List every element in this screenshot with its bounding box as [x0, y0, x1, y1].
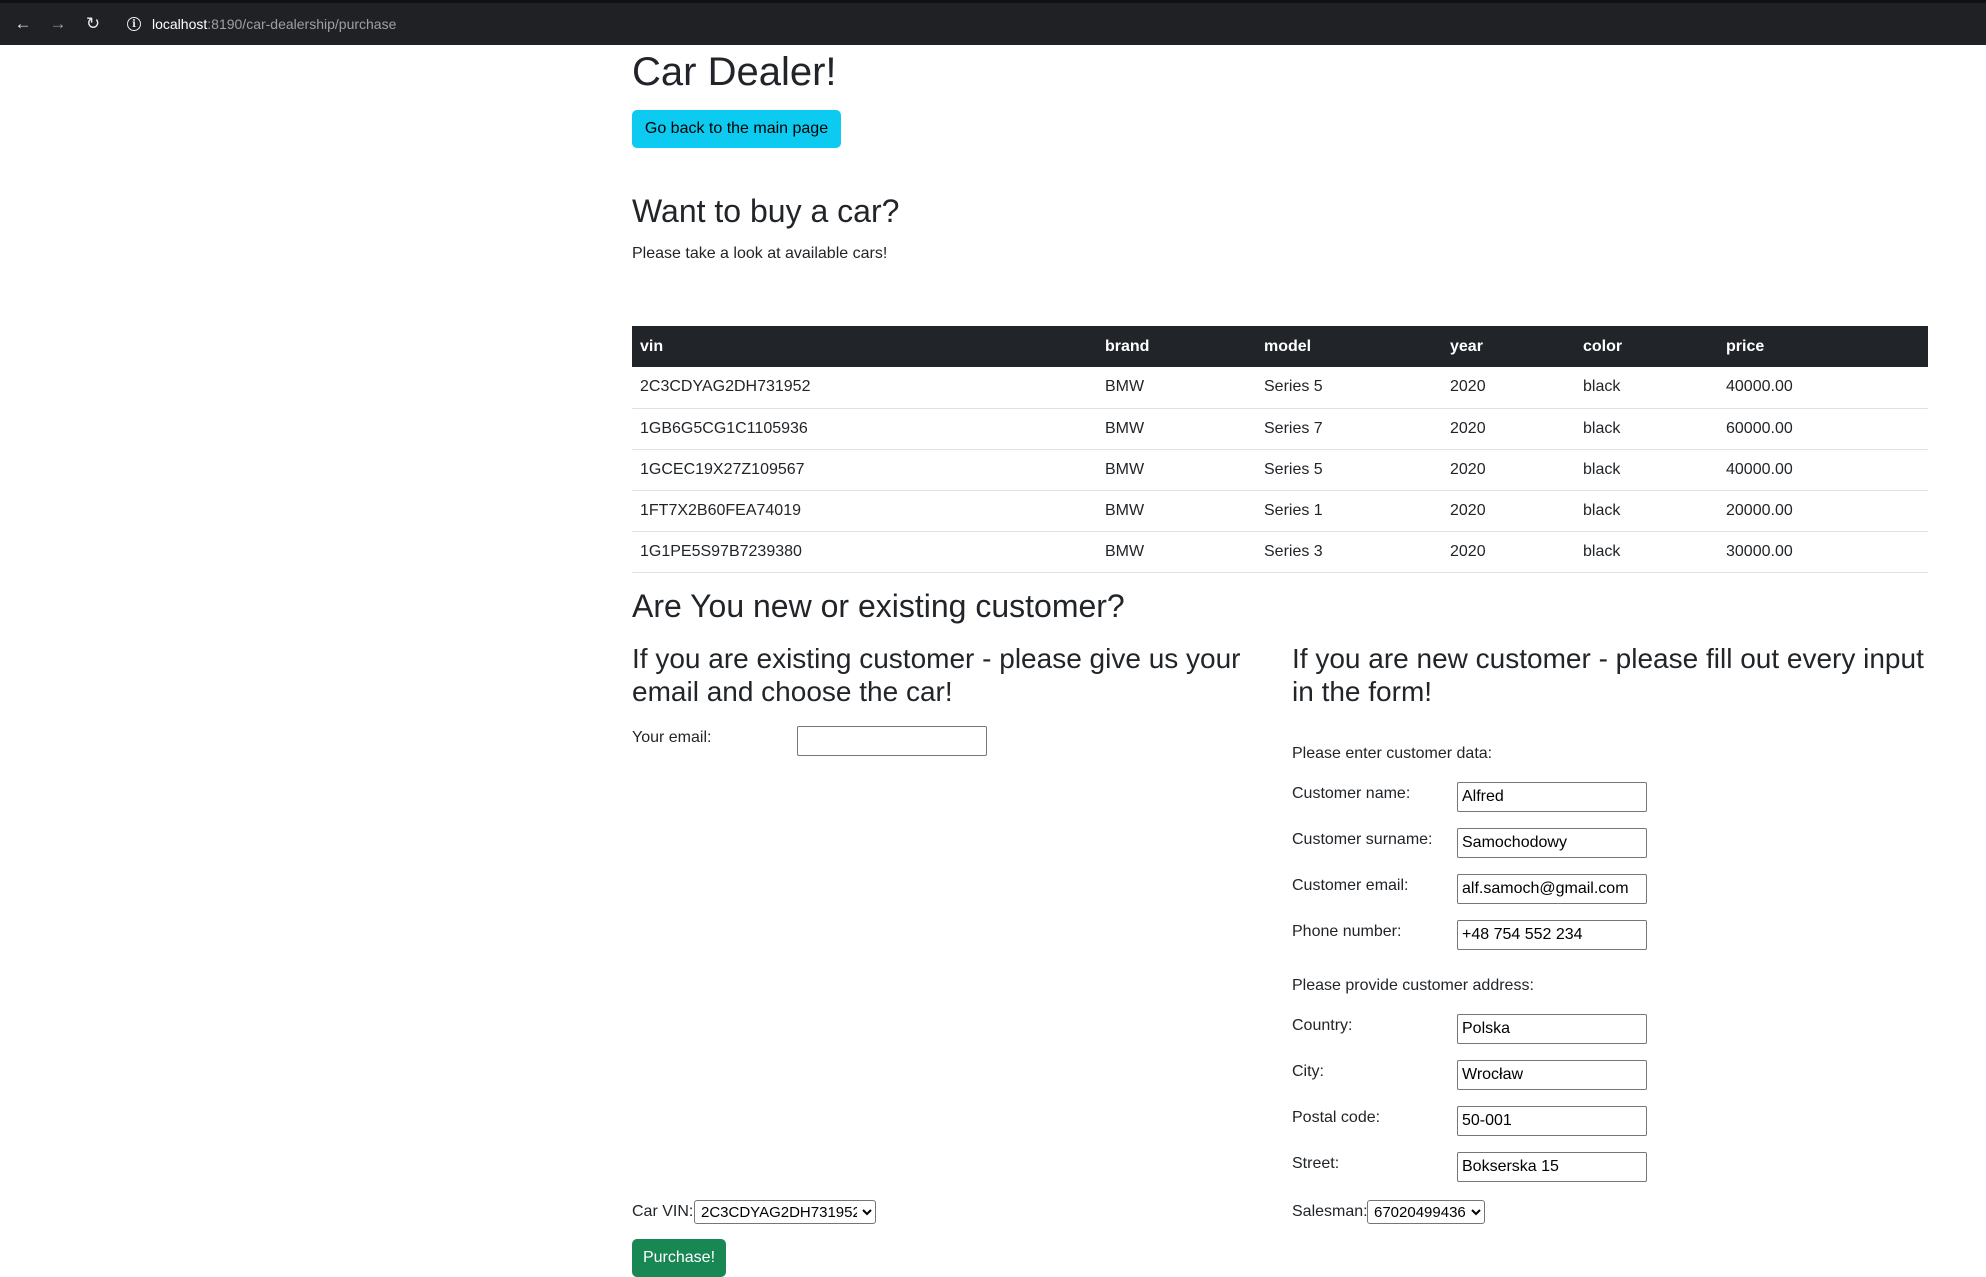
existing-email-input[interactable] — [797, 726, 987, 756]
customer-name-label: Customer name: — [1292, 785, 1411, 802]
url-host: localhost — [152, 16, 208, 32]
new-customer-heading: If you are new customer - please fill ou… — [1292, 643, 1924, 708]
cell-price: 40000.00 — [1718, 367, 1928, 409]
cell-model: Series 1 — [1256, 490, 1442, 532]
postal-code-input[interactable] — [1457, 1106, 1647, 1136]
column-header-vin: vin — [632, 326, 1097, 367]
column-header-model: model — [1256, 326, 1442, 367]
cell-brand: BMW — [1097, 531, 1256, 573]
cars-subtitle: Please take a look at available cars! — [632, 245, 888, 262]
car-vin-select[interactable]: 2C3CDYAG2DH731952 — [694, 1200, 876, 1224]
city-input[interactable] — [1457, 1060, 1647, 1090]
table-row: 1G1PE5S97B7239380 BMW Series 3 2020 blac… — [632, 531, 1928, 573]
table-header-row: vin brand model year color price — [632, 326, 1928, 367]
customer-surname-input[interactable] — [1457, 828, 1647, 858]
back-arrow-icon[interactable]: ← — [11, 12, 35, 36]
cell-brand: BMW — [1097, 408, 1256, 450]
cell-vin: 1GB6G5CG1C1105936 — [632, 408, 1097, 450]
cell-model: Series 5 — [1256, 367, 1442, 409]
country-label: Country: — [1292, 1017, 1353, 1034]
cell-color: black — [1575, 531, 1718, 573]
car-vin-label: Car VIN: — [632, 1203, 694, 1220]
column-header-year: year — [1442, 326, 1575, 367]
cell-price: 40000.00 — [1718, 449, 1928, 491]
cell-vin: 1FT7X2B60FEA74019 — [632, 490, 1097, 532]
cell-model: Series 7 — [1256, 408, 1442, 450]
cell-brand: BMW — [1097, 449, 1256, 491]
customer-email-input[interactable] — [1457, 874, 1647, 904]
cell-year: 2020 — [1442, 367, 1575, 409]
country-input[interactable] — [1457, 1014, 1647, 1044]
street-label: Street: — [1292, 1155, 1340, 1172]
customer-type-heading: Are You new or existing customer? — [632, 588, 1125, 624]
back-to-main-button[interactable]: Go back to the main page — [632, 110, 841, 148]
url-path: :8190/car-dealership/purchase — [207, 16, 397, 32]
salesman-label: Salesman: — [1292, 1203, 1368, 1220]
customer-name-input[interactable] — [1457, 782, 1647, 812]
cell-model: Series 5 — [1256, 449, 1442, 491]
existing-email-label: Your email: — [632, 729, 712, 746]
page-title: Car Dealer! — [632, 50, 837, 94]
cell-brand: BMW — [1097, 367, 1256, 409]
cell-color: black — [1575, 449, 1718, 491]
cell-year: 2020 — [1442, 490, 1575, 532]
postal-code-label: Postal code: — [1292, 1109, 1381, 1126]
phone-number-input[interactable] — [1457, 920, 1647, 950]
cell-color: black — [1575, 408, 1718, 450]
customer-surname-label: Customer surname: — [1292, 831, 1433, 848]
browser-toolbar: ← → ↻ i localhost :8190/car-dealership/p… — [0, 0, 1986, 45]
cell-brand: BMW — [1097, 490, 1256, 532]
customer-data-caption: Please enter customer data: — [1292, 745, 1493, 762]
column-header-color: color — [1575, 326, 1718, 367]
customer-email-label: Customer email: — [1292, 877, 1409, 894]
salesman-select[interactable]: 67020499436 — [1367, 1200, 1485, 1224]
reload-icon[interactable]: ↻ — [81, 12, 105, 36]
address-bar[interactable]: i localhost :8190/car-dealership/purchas… — [117, 9, 406, 39]
cell-year: 2020 — [1442, 449, 1575, 491]
purchase-button[interactable]: Purchase! — [632, 1239, 726, 1277]
cell-price: 20000.00 — [1718, 490, 1928, 532]
table-row: 1GCEC19X27Z109567 BMW Series 5 2020 blac… — [632, 449, 1928, 491]
cell-color: black — [1575, 367, 1718, 409]
info-icon[interactable]: i — [127, 17, 141, 31]
table-row: 1GB6G5CG1C1105936 BMW Series 7 2020 blac… — [632, 408, 1928, 450]
cell-year: 2020 — [1442, 531, 1575, 573]
table-row: 2C3CDYAG2DH731952 BMW Series 5 2020 blac… — [632, 367, 1928, 409]
column-header-brand: brand — [1097, 326, 1256, 367]
column-header-price: price — [1718, 326, 1928, 367]
cell-price: 30000.00 — [1718, 531, 1928, 573]
cell-year: 2020 — [1442, 408, 1575, 450]
cell-vin: 1GCEC19X27Z109567 — [632, 449, 1097, 491]
cell-model: Series 3 — [1256, 531, 1442, 573]
street-input[interactable] — [1457, 1152, 1647, 1182]
existing-customer-heading: If you are existing customer - please gi… — [632, 643, 1241, 708]
forward-arrow-icon[interactable]: → — [46, 12, 70, 36]
cell-vin: 1G1PE5S97B7239380 — [632, 531, 1097, 573]
phone-number-label: Phone number: — [1292, 923, 1402, 940]
cell-color: black — [1575, 490, 1718, 532]
cars-table: vin brand model year color price 2C3CDYA… — [632, 326, 1928, 573]
cars-heading: Want to buy a car? — [632, 193, 900, 229]
table-row: 1FT7X2B60FEA74019 BMW Series 1 2020 blac… — [632, 490, 1928, 532]
cell-price: 60000.00 — [1718, 408, 1928, 450]
cell-vin: 2C3CDYAG2DH731952 — [632, 367, 1097, 409]
customer-address-caption: Please provide customer address: — [1292, 977, 1534, 994]
city-label: City: — [1292, 1063, 1324, 1080]
